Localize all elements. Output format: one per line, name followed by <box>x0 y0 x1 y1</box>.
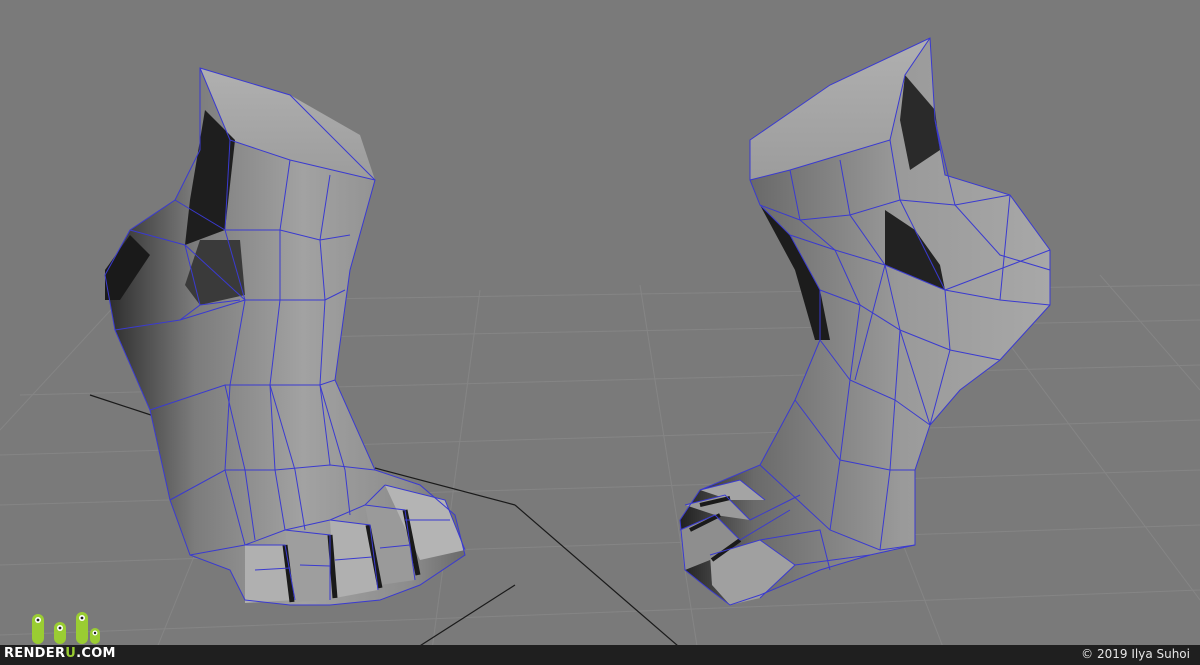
renderu-logo-text: RENDERU.COM <box>4 646 116 661</box>
renderu-mascot-icon <box>32 612 100 644</box>
render-viewport: RENDERU.COM © 2019 Ilya Suhoi <box>0 0 1200 665</box>
caption-bar <box>0 645 1200 665</box>
logo-text-start: RENDER <box>4 646 66 661</box>
mesh-render <box>0 0 1200 665</box>
logo-text-accent: U <box>65 646 77 661</box>
renderu-logo: RENDERU.COM <box>4 608 116 663</box>
logo-text-end: .COM <box>76 646 116 661</box>
copyright-notice: © 2019 Ilya Suhoi <box>1081 647 1190 661</box>
